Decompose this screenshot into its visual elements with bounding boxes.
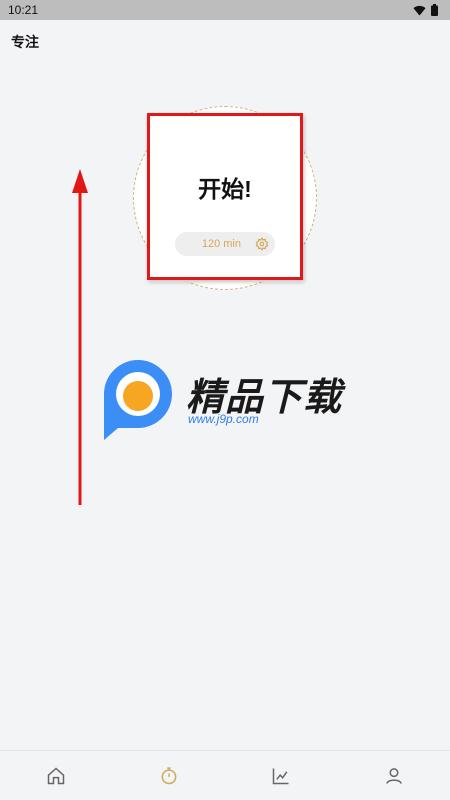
status-bar: 10:21: [0, 0, 450, 20]
battery-icon: [431, 4, 438, 16]
status-icons: [413, 4, 438, 16]
arrow-up-annotation: [72, 169, 88, 505]
page-title: 专注: [11, 34, 39, 50]
home-icon: [48, 766, 65, 784]
nav-profile[interactable]: [374, 756, 414, 796]
highlight-box-annotation: [147, 113, 303, 280]
watermark-url: www.j9p.com: [188, 412, 259, 426]
bottom-nav: [0, 750, 450, 800]
nav-timer[interactable]: [149, 756, 189, 796]
timer-icon: [161, 766, 177, 784]
wifi-icon: [413, 5, 426, 16]
nav-stats[interactable]: [261, 756, 301, 796]
chart-icon: [273, 768, 289, 784]
p-logo-icon: [104, 360, 172, 440]
nav-home[interactable]: [36, 756, 76, 796]
profile-icon: [385, 767, 402, 784]
watermark-logo: 精品下载 www.j9p.com: [96, 356, 356, 446]
status-time: 10:21: [8, 3, 39, 17]
